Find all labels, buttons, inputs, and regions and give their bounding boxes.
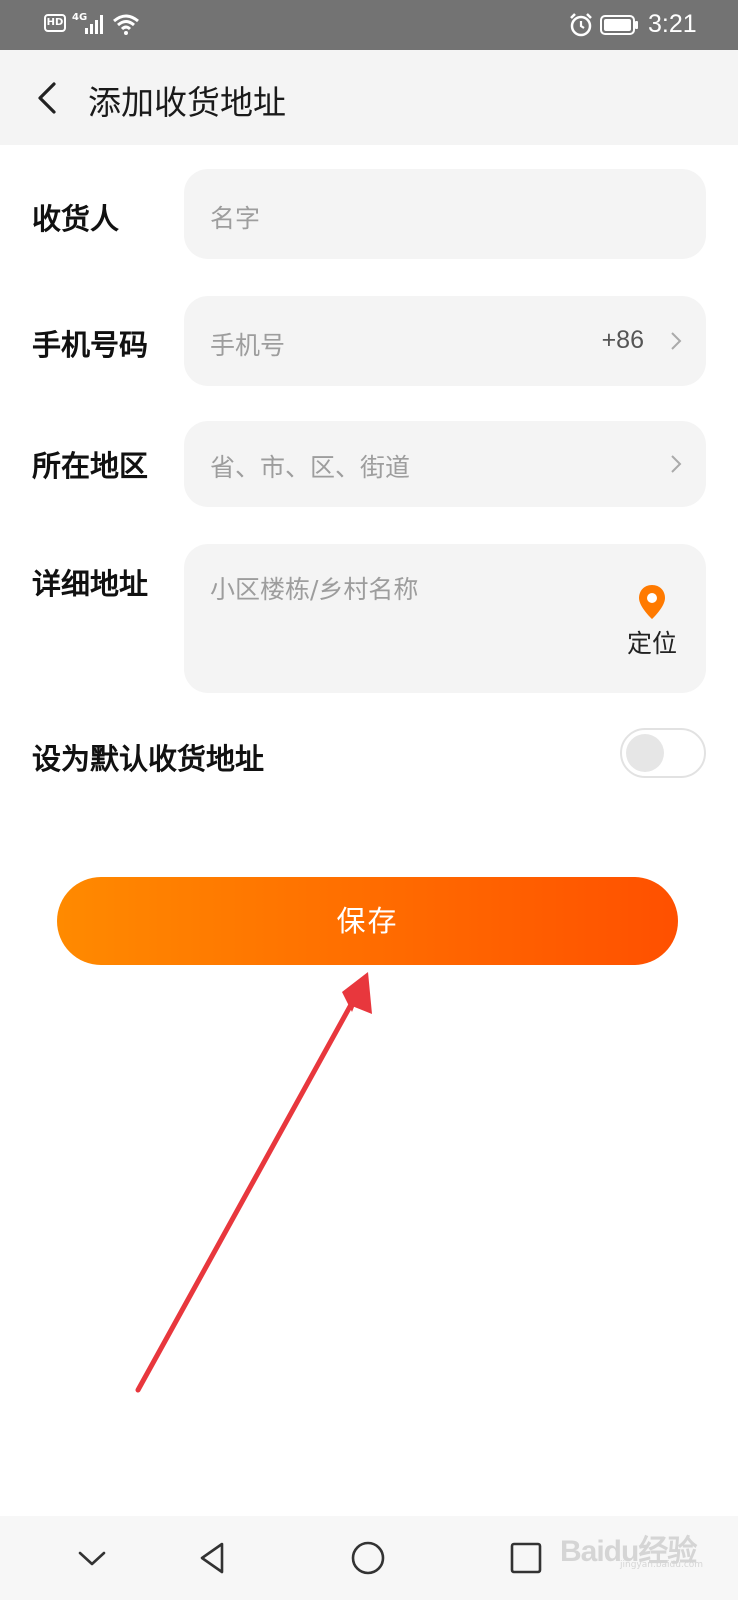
locate-label: 定位 [626, 629, 677, 658]
location-pin-icon [639, 585, 665, 619]
page-title: 添加收货地址 [88, 83, 286, 122]
nav-down-icon[interactable] [70, 1536, 114, 1580]
recipient-label: 收货人 [32, 202, 120, 236]
chevron-right-icon [671, 455, 682, 473]
address-placeholder: 小区楼栋/乡村名称 [210, 575, 419, 604]
address-label: 详细地址 [32, 567, 149, 601]
region-placeholder: 省、市、区、街道 [210, 453, 411, 482]
baidu-watermark: Baidu经验 jingyan.baidu.com [560, 1522, 710, 1572]
battery-icon [600, 15, 638, 35]
recipient-placeholder: 名字 [210, 204, 261, 233]
hd-icon: HD [44, 14, 66, 32]
signal-icon [85, 15, 103, 34]
page-header: 添加收货地址 [0, 50, 738, 145]
nav-back-icon[interactable] [190, 1536, 234, 1580]
nav-home-icon[interactable] [346, 1536, 390, 1580]
region-label: 所在地区 [32, 449, 149, 483]
default-address-toggle[interactable] [620, 728, 706, 778]
recipient-input[interactable]: 名字 [184, 169, 706, 259]
country-code-selector[interactable]: +86 [602, 326, 644, 355]
watermark-url: jingyan.baidu.com [620, 1560, 704, 1570]
nav-recents-icon[interactable] [504, 1536, 548, 1580]
address-input[interactable]: 小区楼栋/乡村名称 定位 [184, 544, 706, 693]
toggle-knob [626, 734, 664, 772]
alarm-icon [570, 13, 592, 37]
wifi-icon [113, 14, 139, 35]
phone-input[interactable]: 手机号 +86 [184, 296, 706, 386]
phone-label: 手机号码 [32, 328, 149, 362]
clock: 3:21 [648, 10, 697, 38]
chevron-right-icon[interactable] [668, 330, 684, 352]
region-selector[interactable]: 省、市、区、街道 [184, 421, 706, 507]
save-button[interactable]: 保存 [57, 877, 678, 965]
status-bar: HD 4G 3:21 [0, 0, 738, 50]
phone-placeholder: 手机号 [210, 331, 286, 360]
locate-button[interactable]: 定位 [622, 584, 682, 658]
back-arrow-icon[interactable] [30, 78, 66, 118]
default-address-label: 设为默认收货地址 [32, 742, 265, 776]
